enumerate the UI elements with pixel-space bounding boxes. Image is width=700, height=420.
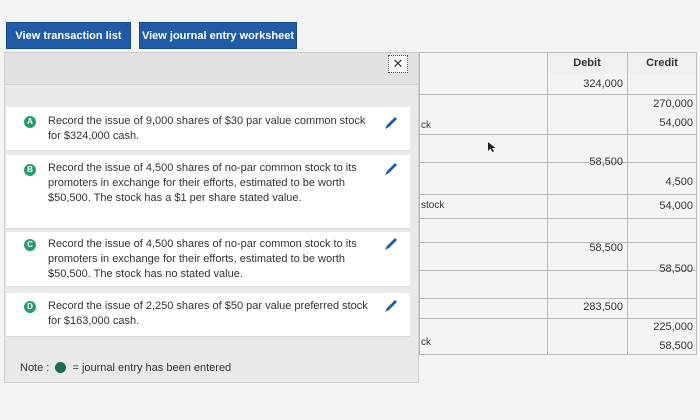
legend-note: Note : = journal entry has been entered (20, 362, 231, 374)
edit-pencil-icon-d[interactable] (383, 298, 399, 314)
transaction-text-a: Record the issue of 9,000 shares of $30 … (48, 115, 366, 142)
credit-cell: 58,500 (659, 263, 693, 275)
transaction-badge-a: A (24, 116, 36, 128)
edit-pencil-icon-b[interactable] (383, 161, 399, 177)
debit-cell: 324,000 (583, 78, 623, 90)
account-name-cell: ck (421, 120, 431, 131)
transaction-item-b[interactable]: B Record the issue of 4,500 shares of no… (6, 155, 410, 229)
credit-cell: 54,000 (659, 200, 693, 212)
debit-cell: 58,500 (589, 156, 623, 168)
note-suffix: = journal entry has been entered (72, 362, 232, 374)
row-divider (419, 162, 697, 163)
transaction-text-d: Record the issue of 2,250 shares of $50 … (48, 300, 368, 327)
debit-header: Debit (547, 52, 627, 74)
debit-cell: 283,500 (583, 301, 623, 313)
account-name-cell: ck (421, 337, 431, 348)
row-divider (419, 218, 697, 219)
mouse-cursor-icon (488, 142, 496, 152)
note-prefix: Note : (20, 362, 50, 374)
view-transaction-list-tab[interactable]: View transaction list (6, 22, 131, 49)
transaction-text-b: Record the issue of 4,500 shares of no-p… (48, 162, 357, 204)
transaction-item-d[interactable]: D Record the issue of 2,250 shares of $5… (6, 293, 410, 337)
transaction-item-a[interactable]: A Record the issue of 9,000 shares of $3… (6, 107, 410, 151)
entered-dot-icon (55, 362, 67, 373)
edit-pencil-icon-c[interactable] (383, 236, 399, 252)
row-divider (419, 354, 697, 355)
credit-header: Credit (627, 52, 697, 74)
row-divider (419, 270, 697, 271)
debit-cell: 58,500 (589, 242, 623, 254)
column-divider (696, 52, 697, 355)
row-divider (419, 52, 697, 53)
edit-pencil-icon-a[interactable] (383, 115, 399, 131)
row-divider (419, 318, 697, 319)
row-divider (419, 298, 697, 299)
credit-cell: 4,500 (665, 176, 693, 188)
credit-cell: 225,000 (653, 321, 693, 333)
row-divider (419, 242, 697, 243)
transaction-badge-b: B (24, 164, 36, 176)
column-divider (419, 52, 420, 355)
column-divider (627, 52, 628, 355)
row-divider (419, 134, 697, 135)
row-divider (419, 194, 697, 195)
transaction-list-header (5, 53, 418, 85)
view-journal-entry-worksheet-tab[interactable]: View journal entry worksheet (139, 22, 297, 49)
credit-cell: 270,000 (653, 98, 693, 110)
row-divider (419, 94, 697, 95)
column-divider (547, 52, 548, 355)
transaction-badge-c: C (24, 239, 36, 251)
journal-entry-table: Debit Credit ck stock ck 324,000 270,000… (419, 52, 697, 355)
credit-cell: 58,500 (659, 340, 693, 352)
close-icon[interactable]: ✕ (388, 55, 408, 73)
transaction-item-c[interactable]: C Record the issue of 4,500 shares of no… (6, 232, 410, 287)
credit-cell: 54,000 (659, 117, 693, 129)
transaction-badge-d: D (24, 301, 36, 313)
transaction-text-c: Record the issue of 4,500 shares of no-p… (48, 238, 357, 280)
account-name-cell: stock (421, 200, 445, 211)
